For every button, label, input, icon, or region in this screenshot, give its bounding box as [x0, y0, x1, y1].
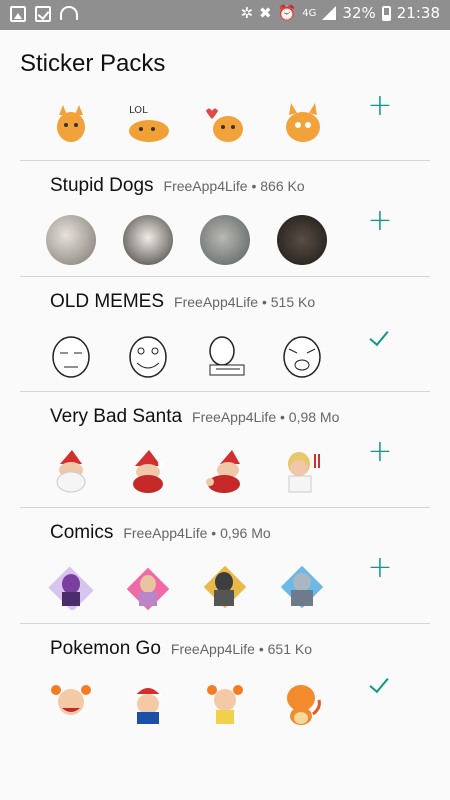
- svg-text:LOL: LOL: [129, 105, 148, 116]
- pack-meta: FreeApp4Life • 651 Ko: [170, 641, 313, 657]
- wifi-icon: [60, 6, 78, 20]
- signal-icon: [322, 6, 337, 20]
- pokemon-sticker: [200, 678, 250, 728]
- divider: [20, 160, 430, 161]
- status-bar: ✲ ✖ ⏰ 4G 32% 21:38: [0, 0, 450, 30]
- dog-sticker: [123, 215, 173, 265]
- added-pack-button[interactable]: [366, 672, 394, 700]
- pack-meta: FreeApp4Life • 0,98 Mo: [192, 409, 340, 425]
- dog-sticker: [46, 215, 96, 265]
- santa-sticker: [200, 446, 250, 496]
- pack-name: OLD MEMES: [50, 291, 165, 312]
- pack-meta: FreeApp4Life • 866 Ko: [163, 178, 305, 194]
- page-title: Sticker Packs: [20, 50, 166, 77]
- cat-heart-sticker: [200, 98, 250, 148]
- pack-meta: FreeApp4Life • 0,96 Mo: [123, 525, 271, 541]
- comics-sticker: [200, 562, 250, 612]
- comics-sticker: [123, 562, 173, 612]
- gallery-icon: [10, 6, 26, 22]
- meme-sticker: [200, 331, 250, 381]
- pokemon-sticker: [123, 678, 173, 728]
- santa-sticker: [277, 446, 327, 496]
- meme-sticker: [277, 331, 327, 381]
- divider: [20, 276, 430, 277]
- checkmark-icon: [369, 672, 389, 694]
- checkbox-icon: [35, 6, 51, 22]
- comics-sticker: [46, 562, 96, 612]
- pokemon-sticker: [46, 678, 96, 728]
- meme-sticker: [46, 331, 96, 381]
- add-pack-button[interactable]: +: [366, 437, 394, 467]
- add-pack-button[interactable]: +: [366, 553, 394, 583]
- alarm-icon: ⏰: [277, 4, 297, 22]
- pack-name: Stupid Dogs: [50, 175, 154, 196]
- divider: [20, 391, 430, 392]
- meme-sticker: [123, 331, 173, 381]
- santa-sticker: [123, 446, 173, 496]
- dog-sticker: [277, 215, 327, 265]
- mute-icon: ✖: [259, 4, 272, 22]
- cat-scared-sticker: [277, 98, 327, 148]
- add-pack-button[interactable]: +: [366, 206, 394, 236]
- pack-name: Comics: [50, 522, 114, 543]
- battery-percent: 32%: [342, 4, 376, 22]
- divider: [20, 507, 430, 508]
- pokemon-sticker: [277, 678, 327, 728]
- clock: 21:38: [396, 4, 440, 22]
- add-pack-button[interactable]: +: [366, 91, 394, 121]
- pack-name: Pokemon Go: [50, 638, 161, 659]
- pack-meta: FreeApp4Life • 515 Ko: [174, 294, 316, 310]
- dog-sticker: [200, 215, 250, 265]
- added-pack-button[interactable]: [366, 325, 394, 353]
- comics-sticker: [277, 562, 327, 612]
- bluetooth-icon: ✲: [240, 4, 254, 22]
- divider: [20, 623, 430, 624]
- checkmark-icon: [369, 325, 389, 347]
- network-type: 4G: [302, 7, 317, 19]
- pack-name: Very Bad Santa: [50, 406, 183, 427]
- cat-sticker: [46, 98, 96, 148]
- santa-sticker: [46, 446, 96, 496]
- cat-lol-sticker: LOL: [123, 98, 173, 148]
- battery-icon: [381, 5, 391, 21]
